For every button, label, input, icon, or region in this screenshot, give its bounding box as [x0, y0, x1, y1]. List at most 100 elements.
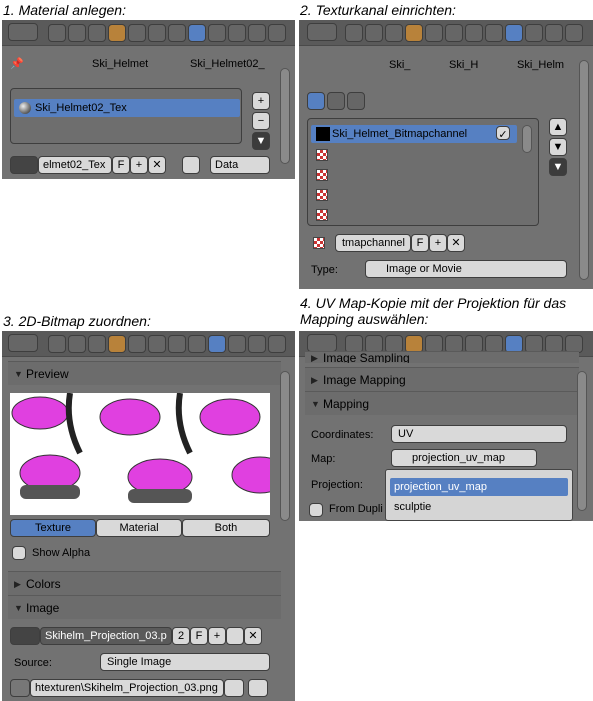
reload-icon[interactable] [248, 679, 268, 697]
tab-both[interactable]: Both [182, 519, 270, 537]
object-icon[interactable] [108, 24, 126, 42]
material-icon[interactable] [188, 335, 206, 353]
checkbox-enabled[interactable]: ✓ [496, 126, 510, 141]
image-section-header[interactable]: ▼ Image [8, 595, 281, 619]
world-icon[interactable] [88, 24, 106, 42]
world-icon[interactable] [88, 335, 106, 353]
add-slot-button[interactable]: + [252, 92, 270, 110]
copy-icon[interactable] [182, 156, 200, 174]
image-mapping-section-header[interactable]: ▶ Image Mapping [305, 367, 579, 391]
render-icon[interactable] [48, 335, 66, 353]
constraints-icon[interactable] [425, 24, 443, 42]
empty-slot-icon[interactable] [316, 189, 328, 201]
unlink-button[interactable]: ✕ [447, 234, 465, 252]
new-texture-button[interactable]: + [429, 234, 447, 252]
new-image-button[interactable]: + [208, 627, 226, 645]
preview-section-header[interactable]: ▼ Preview [8, 361, 281, 385]
image-sampling-section-header[interactable]: ▶ Image Sampling [305, 351, 579, 363]
particles-icon[interactable] [228, 335, 246, 353]
image-name-field[interactable]: Skihelm_Projection_03.p [40, 627, 172, 645]
uv-map-field[interactable]: projection_uv_map [391, 449, 537, 467]
editor-type-button[interactable] [8, 334, 38, 352]
type-dropdown[interactable]: Image or Movie [365, 260, 567, 278]
particles-icon[interactable] [228, 24, 246, 42]
tab-texture[interactable]: Texture [10, 519, 96, 537]
material-texture-type-icon[interactable] [307, 92, 325, 110]
scrollbar[interactable] [577, 371, 587, 511]
modifiers-icon[interactable] [445, 24, 463, 42]
move-down-button[interactable]: ▼ [549, 138, 567, 156]
scrollbar[interactable] [280, 68, 290, 164]
colors-section-header[interactable]: ▶ Colors [8, 571, 281, 595]
texture-name-field[interactable]: tmapchannel [335, 234, 411, 252]
specials-menu-button[interactable]: ▼ [549, 158, 567, 176]
scene-icon[interactable] [68, 335, 86, 353]
world-texture-type-icon[interactable] [327, 92, 345, 110]
new-material-button[interactable]: + [130, 156, 148, 174]
data-icon[interactable] [168, 335, 186, 353]
data-icon[interactable] [465, 24, 483, 42]
modifiers-icon[interactable] [148, 24, 166, 42]
unlink-button[interactable]: ✕ [244, 627, 262, 645]
empty-slot-icon[interactable] [316, 209, 328, 221]
object-icon[interactable] [108, 335, 126, 353]
pin-icon[interactable] [565, 24, 583, 42]
filepath-field[interactable]: htexturen\Skihelm_Projection_03.png [30, 679, 224, 697]
render-icon[interactable] [48, 24, 66, 42]
coordinates-dropdown[interactable]: UV [391, 425, 567, 443]
option-projection-uv-map[interactable]: projection_uv_map [390, 478, 568, 496]
modifiers-icon[interactable] [148, 335, 166, 353]
fake-user-button[interactable]: F [112, 156, 130, 174]
material-icon[interactable] [188, 24, 206, 42]
option-sculptie[interactable]: sculptie [390, 498, 568, 516]
particles-icon[interactable] [525, 24, 543, 42]
editor-type-button[interactable] [8, 23, 38, 41]
move-up-button[interactable]: ▲ [549, 118, 567, 136]
material-icon[interactable] [485, 24, 503, 42]
object-icon[interactable] [405, 24, 423, 42]
physics-icon[interactable] [248, 24, 266, 42]
physics-icon[interactable] [545, 24, 563, 42]
pin-icon[interactable]: 📌 [10, 57, 24, 70]
file-browse-icon[interactable] [224, 679, 244, 697]
texture-icon[interactable] [505, 24, 523, 42]
list-scrollbar[interactable] [522, 125, 532, 153]
fake-user-button[interactable]: F [190, 627, 208, 645]
empty-slot-icon[interactable] [316, 169, 328, 181]
data-dropdown[interactable]: Data [210, 156, 270, 174]
scene-icon[interactable] [68, 24, 86, 42]
empty-slot-icon[interactable] [316, 149, 328, 161]
material-name-field[interactable]: elmet02_Tex [38, 156, 112, 174]
scrollbar[interactable] [579, 60, 589, 280]
texture-browse-icon[interactable] [313, 237, 325, 249]
world-icon[interactable] [385, 24, 403, 42]
pin-icon[interactable] [268, 335, 286, 353]
open-folder-icon[interactable] [226, 627, 244, 645]
data-icon[interactable] [168, 24, 186, 42]
tab-material[interactable]: Material [96, 519, 182, 537]
editor-type-button[interactable] [307, 23, 337, 41]
unlink-button[interactable]: ✕ [148, 156, 166, 174]
texture-icon[interactable] [208, 335, 226, 353]
fake-user-button[interactable]: F [411, 234, 429, 252]
show-alpha-checkbox[interactable] [12, 546, 26, 560]
specials-menu-button[interactable]: ▼ [252, 132, 270, 150]
scene-icon[interactable] [365, 24, 383, 42]
constraints-icon[interactable] [128, 335, 146, 353]
source-dropdown[interactable]: Single Image [100, 653, 270, 671]
from-dupli-checkbox[interactable] [309, 503, 323, 517]
constraints-icon[interactable] [128, 24, 146, 42]
remove-slot-button[interactable]: − [252, 112, 270, 130]
render-icon[interactable] [345, 24, 363, 42]
physics-icon[interactable] [248, 335, 266, 353]
editor-type-button[interactable] [307, 334, 337, 352]
scrollbar[interactable] [280, 371, 290, 521]
mapping-section-header[interactable]: ▼ Mapping [305, 391, 579, 415]
material-browse-button[interactable] [10, 156, 38, 174]
material-sphere-icon [19, 102, 31, 114]
texture-icon[interactable] [208, 24, 226, 42]
pack-icon[interactable] [10, 679, 30, 697]
brush-texture-type-icon[interactable] [347, 92, 365, 110]
pin-icon[interactable] [268, 24, 286, 42]
image-browse-button[interactable] [10, 627, 40, 645]
